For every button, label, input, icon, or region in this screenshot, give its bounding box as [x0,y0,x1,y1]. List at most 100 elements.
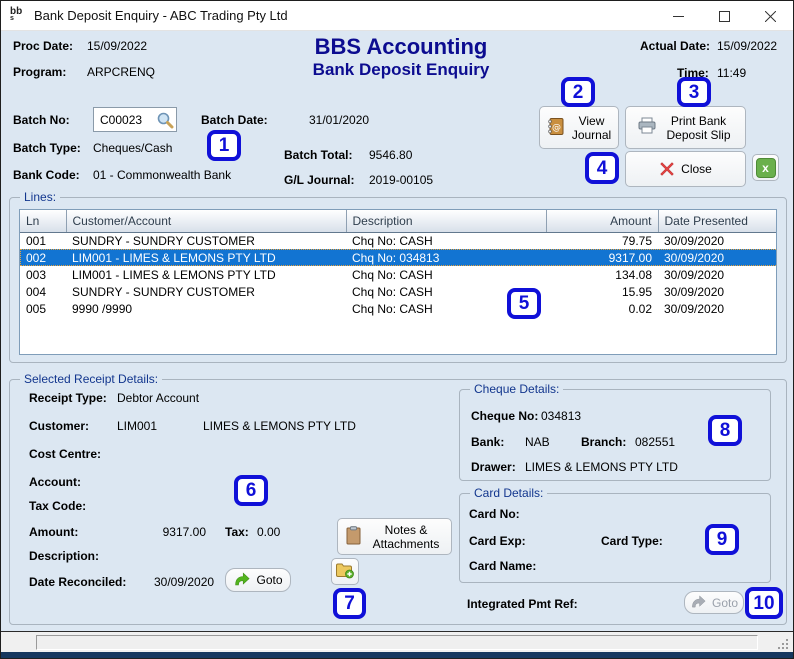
table-row[interactable]: 003 LIM001 - LIMES & LEMONS PTY LTD Chq … [20,266,776,283]
time-value: 11:49 [717,66,747,80]
close-icon [764,10,776,22]
cell-date-presented: 30/09/2020 [664,301,725,316]
svg-text:@: @ [552,123,561,133]
search-icon[interactable] [155,110,175,130]
bank-code-label: Bank Code: [13,168,80,182]
callout-badge-9: 9 [705,524,739,555]
col-header-amount[interactable]: Amount [546,210,659,233]
journal-icon: @ [546,117,565,139]
tax-value: 0.00 [257,525,281,539]
folder-add-icon [335,561,355,582]
date-reconciled-value: 30/09/2020 [154,575,215,589]
cell-date-presented: 30/09/2020 [658,249,776,266]
cell-amount: 79.75 [621,233,652,248]
callout-badge-10: 10 [745,587,783,619]
col-header-customer[interactable]: Customer/Account [66,210,347,233]
batch-type-label: Batch Type: [13,141,81,155]
batch-total-value: 9546.80 [369,148,413,162]
cell-customer: SUNDRY - SUNDRY CUSTOMER [72,284,255,299]
callout-badge-3: 3 [677,77,711,107]
taskbar-edge [1,652,793,658]
cell-description: Chq No: CASH [352,233,433,248]
drawer-label: Drawer: [471,460,516,474]
cell-description: Chq No: 034813 [346,249,546,266]
description-label: Description: [29,549,100,563]
app-logo-icon: bb s [10,7,28,25]
cell-ln: 001 [26,233,47,248]
close-button[interactable]: Close [625,151,746,187]
callout-badge-1: 1 [207,130,241,161]
amount-label: Amount: [29,525,79,539]
print-deposit-slip-button[interactable]: Print Bank Deposit Slip [625,106,746,149]
cheque-no-value: 034813 [541,409,582,423]
bank-value: NAB [525,435,550,449]
bank-label: Bank: [471,435,505,449]
window-title: Bank Deposit Enquiry - ABC Trading Pty L… [34,8,288,23]
date-reconciled-goto-label: Goto [256,573,283,587]
printer-icon [637,117,657,138]
date-reconciled-goto-button[interactable]: Goto [225,568,291,592]
maximize-button[interactable] [701,1,747,31]
col-header-ln[interactable]: Ln [20,210,67,233]
gl-journal-value: 2019-00105 [369,173,434,187]
branch-label: Branch: [581,435,627,449]
batch-date-label: Batch Date: [201,113,268,127]
callout-badge-6: 6 [234,475,268,506]
title-bar: bb s Bank Deposit Enquiry - ABC Trading … [1,1,793,31]
cheque-group-label: Cheque Details: [470,382,564,396]
resize-grip[interactable] [776,637,788,649]
table-row[interactable]: 005 9990 /9990 Chq No: CASH 0.02 30/09/2… [20,300,776,317]
table-row[interactable]: 001 SUNDRY - SUNDRY CUSTOMER Chq No: CAS… [20,232,776,249]
card-exp-label: Card Exp: [469,534,526,548]
minimize-button[interactable] [655,1,701,31]
notes-attachments-label: Notes & Attachments [372,522,440,551]
integrated-pmt-goto-label: Goto [711,595,738,610]
gl-journal-label: G/L Journal: [284,173,355,187]
status-bar [1,631,793,652]
add-attachment-folder-button[interactable] [331,558,359,585]
bank-code-value: 01 - Commonwealth Bank [93,168,232,182]
close-window-button[interactable] [747,1,793,31]
callout-badge-2: 2 [561,77,595,107]
table-row[interactable]: 002 LIM001 - LIMES & LEMONS PTY LTD Chq … [20,249,776,266]
proc-date-value: 15/09/2022 [87,39,148,53]
callout-badge-5: 5 [507,288,541,319]
cell-amount: 15.95 [621,284,652,299]
status-message-panel [36,635,758,650]
col-header-date-presented[interactable]: Date Presented [658,210,776,233]
callout-badge-8: 8 [708,415,742,446]
lines-group-label: Lines: [20,190,61,204]
account-label: Account: [29,475,81,489]
export-excel-button[interactable]: x [752,154,779,181]
program-value: ARPCRENQ [87,65,156,79]
cell-ln: 003 [26,267,47,282]
screen-title: Bank Deposit Enquiry [312,60,490,79]
card-no-label: Card No: [469,507,520,521]
cell-amount: 9317.00 [546,249,658,266]
col-header-description[interactable]: Description [346,210,547,233]
actual-date-label: Actual Date: [640,39,711,53]
goto-disabled-arrow-icon [690,594,706,611]
callout-badge-4: 4 [585,152,619,184]
card-group-label: Card Details: [470,486,548,500]
lines-table: Ln Customer/Account Description Amount D… [19,209,777,355]
view-journal-button[interactable]: @ View Journal [539,106,619,149]
receipt-type-value: Debtor Account [117,391,200,405]
notes-icon [345,525,362,548]
callout-badge-7: 7 [333,588,366,619]
notes-attachments-button[interactable]: Notes & Attachments [337,518,452,555]
bank-deposit-enquiry-window: bb s Bank Deposit Enquiry - ABC Trading … [0,0,794,659]
tax-label: Tax: [225,525,249,539]
table-header-row: Ln Customer/Account Description Amount D… [20,210,776,233]
goto-arrow-icon [233,571,251,589]
batch-no-field[interactable]: C00023 [93,107,177,132]
batch-no-value[interactable]: C00023 [94,113,155,127]
minimize-icon [672,15,684,17]
integrated-pmt-goto-button[interactable]: Goto [684,591,744,614]
cell-date-presented: 30/09/2020 [664,284,725,299]
receipt-type-label: Receipt Type: [29,391,107,405]
tax-code-label: Tax Code: [29,499,87,513]
cell-date-presented: 30/09/2020 [664,233,725,248]
cheque-no-label: Cheque No: [471,409,539,423]
table-row[interactable]: 004 SUNDRY - SUNDRY CUSTOMER Chq No: CAS… [20,283,776,300]
